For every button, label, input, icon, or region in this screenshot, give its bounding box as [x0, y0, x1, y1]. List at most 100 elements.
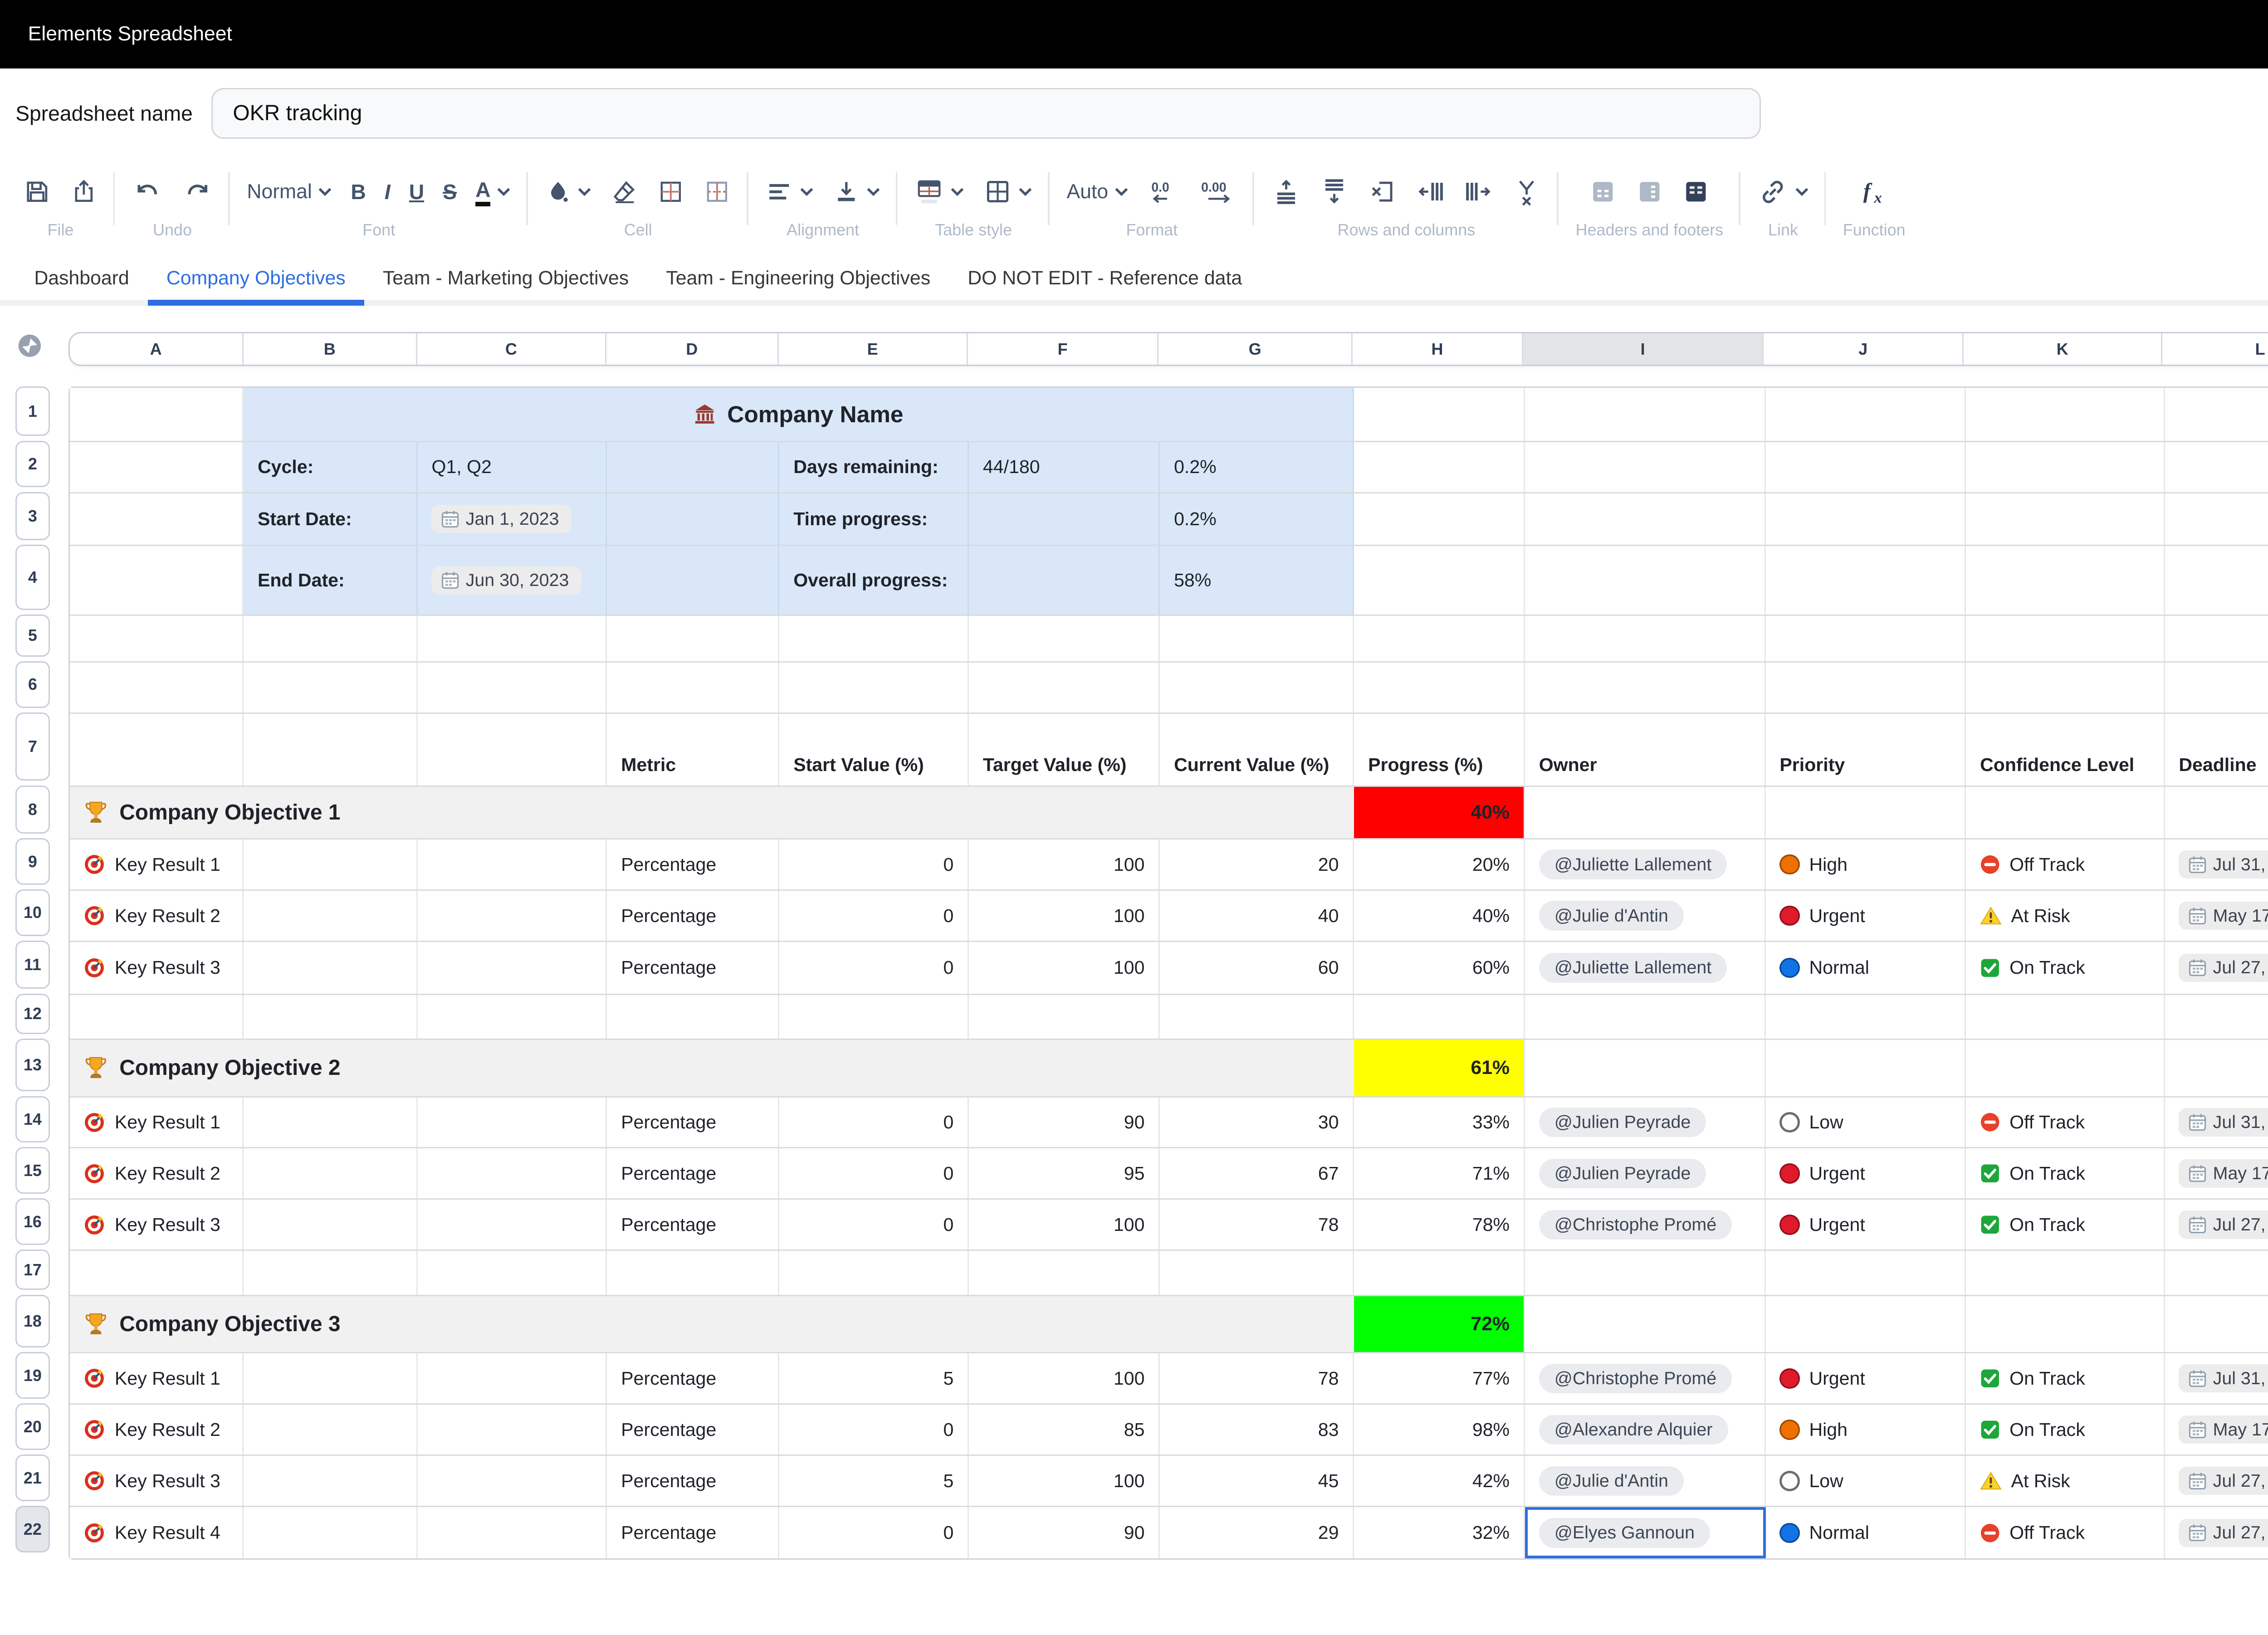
- cell-K15[interactable]: On Track: [1966, 1148, 2165, 1198]
- cell-D20[interactable]: Percentage: [607, 1405, 779, 1454]
- cell-B14[interactable]: [244, 1098, 417, 1147]
- cell-I12[interactable]: [1525, 995, 1766, 1039]
- spreadsheet-name-input[interactable]: [211, 88, 1761, 139]
- cell-G12[interactable]: [1160, 995, 1354, 1039]
- cell-G9[interactable]: 20: [1160, 839, 1354, 889]
- cell-J16[interactable]: Urgent: [1766, 1200, 1966, 1249]
- cell-H11[interactable]: 60%: [1354, 942, 1525, 993]
- cell-D7[interactable]: Metric: [607, 714, 779, 786]
- cell-E14[interactable]: 0: [779, 1098, 969, 1147]
- cell-L6[interactable]: [2165, 663, 2268, 713]
- cell-J20[interactable]: High: [1766, 1405, 1966, 1454]
- column-header-C[interactable]: C: [417, 333, 606, 365]
- cell-E2[interactable]: Days remaining:: [779, 442, 969, 492]
- cell-B16[interactable]: [244, 1200, 417, 1249]
- clear-formatting-button[interactable]: [610, 178, 638, 206]
- cell-F3[interactable]: [969, 493, 1160, 545]
- cell-A10[interactable]: Key Result 2: [70, 891, 244, 941]
- cell-C15[interactable]: [418, 1148, 607, 1198]
- cell-J15[interactable]: Urgent: [1766, 1148, 1966, 1198]
- row-header-2[interactable]: 2: [15, 441, 49, 488]
- cell-C20[interactable]: [418, 1405, 607, 1454]
- row-header-20[interactable]: 20: [15, 1403, 49, 1450]
- row-header-13[interactable]: 13: [15, 1039, 49, 1091]
- cell-H12[interactable]: [1354, 995, 1525, 1039]
- cell-I3[interactable]: [1525, 493, 1766, 545]
- cell-D12[interactable]: [607, 995, 779, 1039]
- cell-H15[interactable]: 71%: [1354, 1148, 1525, 1198]
- cell-J8[interactable]: [1766, 787, 1966, 838]
- cell-L9[interactable]: Jul 31, 2023: [2165, 839, 2268, 889]
- cell-K1[interactable]: [1966, 388, 2165, 441]
- cell-L5[interactable]: [2165, 616, 2268, 661]
- cell-H6[interactable]: [1354, 663, 1525, 713]
- cell-C3[interactable]: Jan 1, 2023: [418, 493, 607, 545]
- italic-button[interactable]: I: [385, 180, 391, 204]
- cell-F7[interactable]: Target Value (%): [969, 714, 1160, 786]
- cell-E16[interactable]: 0: [779, 1200, 969, 1249]
- cell-L7[interactable]: Deadline: [2165, 714, 2268, 786]
- cell-J9[interactable]: High: [1766, 839, 1966, 889]
- cell-J12[interactable]: [1766, 995, 1966, 1039]
- cell-H1[interactable]: [1354, 388, 1525, 441]
- cell-J6[interactable]: [1766, 663, 1966, 713]
- cell-I20[interactable]: @Alexandre Alquier: [1525, 1405, 1766, 1454]
- cell-L16[interactable]: Jul 27, 2023: [2165, 1200, 2268, 1249]
- cell-K11[interactable]: On Track: [1966, 942, 2165, 993]
- column-header-I[interactable]: I: [1523, 333, 1764, 365]
- row-header-14[interactable]: 14: [15, 1096, 49, 1143]
- cell-A2[interactable]: [70, 442, 244, 492]
- table-style-button[interactable]: [914, 177, 964, 206]
- cell-K12[interactable]: [1966, 995, 2165, 1039]
- cell-G16[interactable]: 78: [1160, 1200, 1354, 1249]
- cell-E10[interactable]: 0: [779, 891, 969, 941]
- cell-D3[interactable]: [607, 493, 779, 545]
- cell-F10[interactable]: 100: [969, 891, 1160, 941]
- cell-B12[interactable]: [244, 995, 417, 1039]
- row-header-12[interactable]: 12: [15, 994, 49, 1034]
- cell-H10[interactable]: 40%: [1354, 891, 1525, 941]
- redo-button[interactable]: [182, 176, 213, 207]
- cell-L4[interactable]: [2165, 546, 2268, 615]
- cell-J10[interactable]: Urgent: [1766, 891, 1966, 941]
- cell-G10[interactable]: 40: [1160, 891, 1354, 941]
- cell-K3[interactable]: [1966, 493, 2165, 545]
- link-button[interactable]: [1757, 176, 1809, 207]
- cell-C17[interactable]: [418, 1251, 607, 1294]
- cell-K21[interactable]: At Risk: [1966, 1456, 2165, 1506]
- column-header-L[interactable]: L: [2162, 333, 2268, 365]
- cell-J7[interactable]: Priority: [1766, 714, 1966, 786]
- cell-A4[interactable]: [70, 546, 244, 615]
- row-header-5[interactable]: 5: [15, 615, 49, 656]
- row-header-3[interactable]: 3: [15, 492, 49, 540]
- column-header-D[interactable]: D: [606, 333, 779, 365]
- row-header-6[interactable]: 6: [15, 661, 49, 708]
- cell-C12[interactable]: [418, 995, 607, 1039]
- cell-B11[interactable]: [244, 942, 417, 993]
- cell-F17[interactable]: [969, 1251, 1160, 1294]
- cell-I14[interactable]: @Julien Peyrade: [1525, 1098, 1766, 1147]
- cell-E3[interactable]: Time progress:: [779, 493, 969, 545]
- merge-cells-button[interactable]: [703, 178, 731, 206]
- cell-K7[interactable]: Confidence Level: [1966, 714, 2165, 786]
- column-header-J[interactable]: J: [1764, 333, 1964, 365]
- cell-B19[interactable]: [244, 1353, 417, 1403]
- cell-I16[interactable]: @Christophe Promé: [1525, 1200, 1766, 1249]
- cell-B22[interactable]: [244, 1507, 417, 1558]
- cell-F11[interactable]: 100: [969, 942, 1160, 993]
- cell-L15[interactable]: May 17, 2023: [2165, 1148, 2268, 1198]
- cell-D2[interactable]: [607, 442, 779, 492]
- cell-B21[interactable]: [244, 1456, 417, 1506]
- decrease-decimals-button[interactable]: 0.0: [1147, 177, 1181, 206]
- cell-G14[interactable]: 30: [1160, 1098, 1354, 1147]
- row-header-7[interactable]: 7: [15, 713, 49, 781]
- undo-button[interactable]: [132, 176, 163, 207]
- cell-A7[interactable]: [70, 714, 244, 786]
- cell-G11[interactable]: 60: [1160, 942, 1354, 993]
- cell-G17[interactable]: [1160, 1251, 1354, 1294]
- cell-G4[interactable]: 58%: [1160, 546, 1354, 615]
- cell-J21[interactable]: Low: [1766, 1456, 1966, 1506]
- cell-L22[interactable]: Jul 27, 2023: [2165, 1507, 2268, 1558]
- cell-D6[interactable]: [607, 663, 779, 713]
- cell-I11[interactable]: @Juliette Lallement: [1525, 942, 1766, 993]
